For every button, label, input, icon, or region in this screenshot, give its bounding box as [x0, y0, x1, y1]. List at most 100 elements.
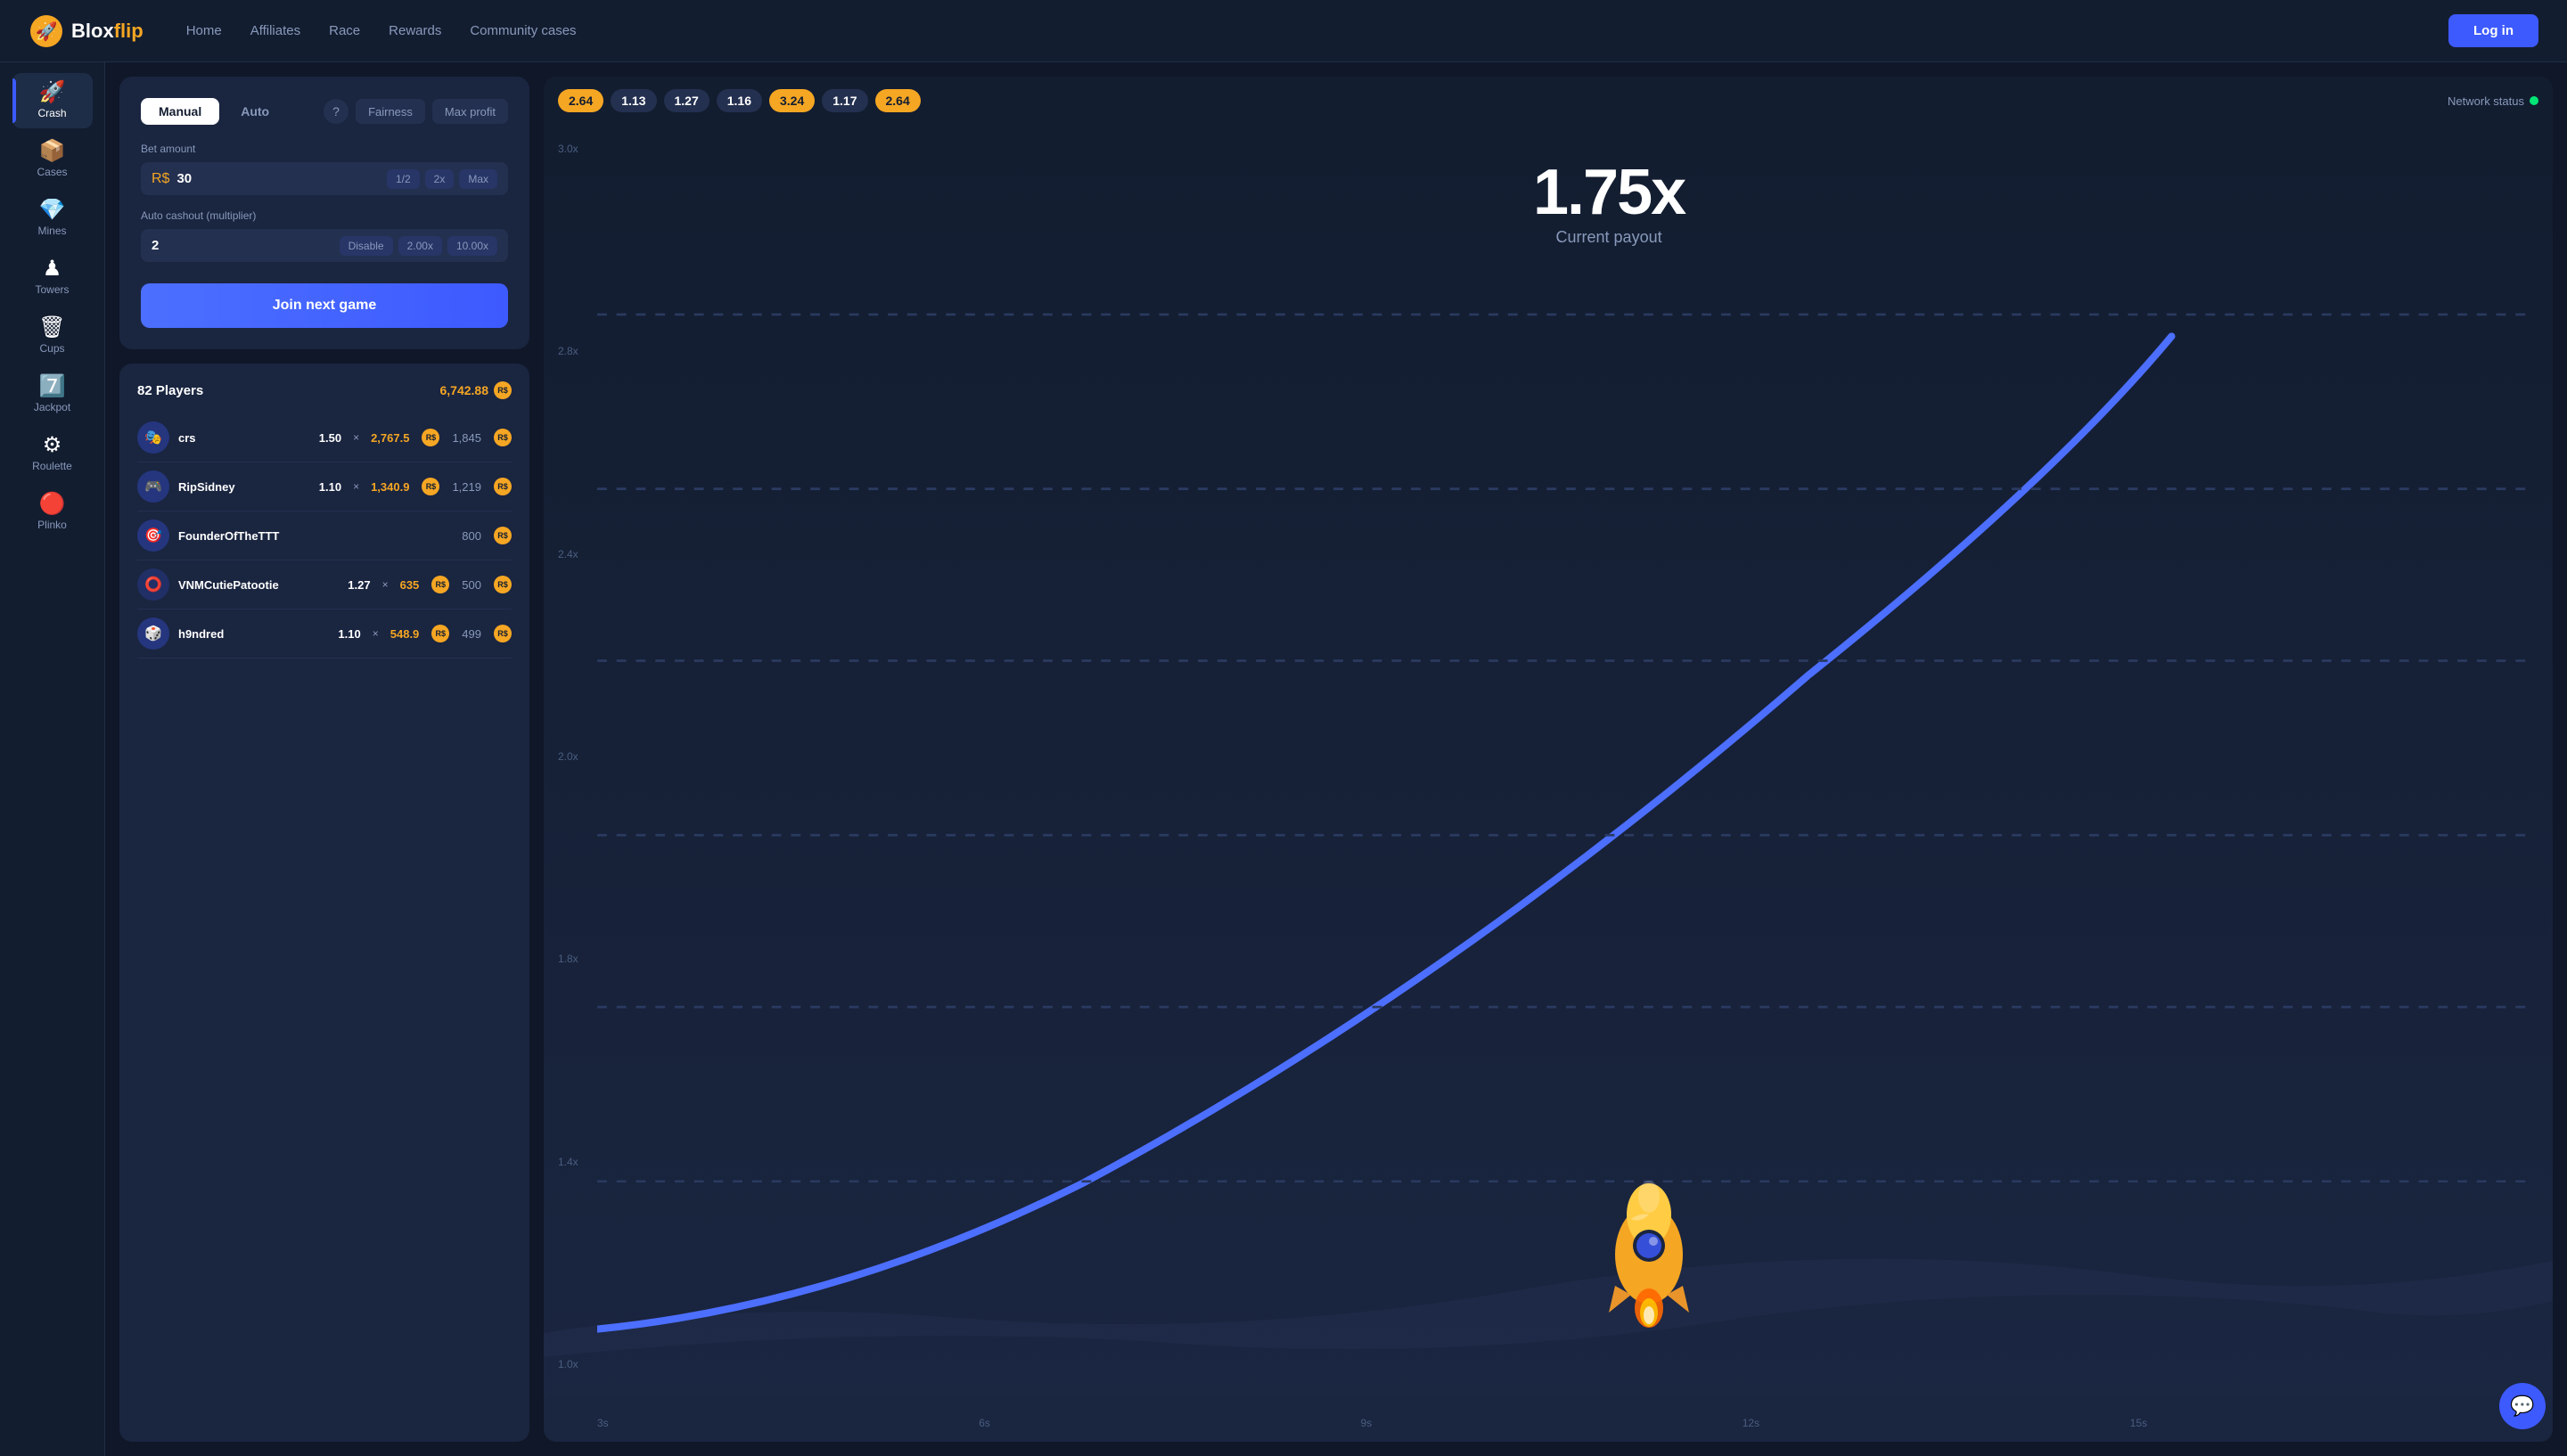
player-row: 🎯 FounderOfTheTTT 800 R$	[137, 511, 512, 560]
sidebar-label-mines: Mines	[37, 225, 66, 237]
nav-home[interactable]: Home	[186, 23, 222, 38]
bet-currency-icon: R$	[152, 171, 169, 187]
roulette-icon: ⚙	[43, 435, 62, 456]
mines-icon: 💎	[39, 200, 66, 221]
player-row: 🎲 h9ndred 1.10 × 548.9 R$ 499 R$	[137, 609, 512, 658]
players-header: 82 Players 6,742.88 R$	[137, 381, 512, 399]
sidebar-item-jackpot[interactable]: 7️⃣ Jackpot	[12, 367, 93, 422]
chat-icon: 💬	[2510, 1395, 2534, 1418]
sidebar-item-mines[interactable]: 💎 Mines	[12, 191, 93, 246]
player-row: 🎮 RipSidney 1.10 × 1,340.9 R$ 1,219 R$	[137, 462, 512, 511]
mult-badge-4[interactable]: 1.16	[717, 89, 762, 112]
network-status: Network status	[2448, 94, 2538, 108]
rocket-container	[1569, 1170, 1729, 1335]
avatar: 🎮	[137, 470, 169, 503]
player-multiplier: 1.50	[319, 431, 341, 445]
cashout-10x-button[interactable]: 10.00x	[447, 236, 497, 256]
logo-icon: 🚀	[29, 13, 64, 49]
login-button[interactable]: Log in	[2448, 14, 2538, 47]
bet-currency-icon: R$	[494, 576, 512, 593]
mult-badge-2[interactable]: 1.13	[611, 89, 656, 112]
bet-amount-input[interactable]	[176, 162, 387, 195]
avatar: 🎲	[137, 618, 169, 650]
nav-rewards[interactable]: Rewards	[389, 23, 441, 38]
players-list: 🎭 crs 1.50 × 2,767.5 R$ 1,845 R$ 🎮 RipSi…	[137, 413, 512, 658]
sidebar-item-crash[interactable]: 🚀 Crash	[12, 73, 93, 128]
x-label-4: 12s	[1743, 1417, 1759, 1429]
win-currency-icon: R$	[431, 576, 449, 593]
crash-curve	[597, 143, 2535, 1354]
total-currency-icon: R$	[494, 381, 512, 399]
sidebar-item-cases[interactable]: 📦 Cases	[12, 132, 93, 187]
max-profit-button[interactable]: Max profit	[432, 99, 508, 124]
sidebar-item-towers[interactable]: ♟ Towers	[12, 249, 93, 305]
tab-auto[interactable]: Auto	[223, 98, 287, 125]
half-bet-button[interactable]: 1/2	[387, 169, 420, 189]
player-name: FounderOfTheTTT	[178, 529, 453, 543]
bet-tabs: Manual Auto ? Fairness Max profit	[141, 98, 508, 125]
sidebar: 🚀 Crash 📦 Cases 💎 Mines ♟ Towers 🗑 Cups …	[0, 62, 105, 1456]
bet-currency-icon: R$	[494, 478, 512, 495]
max-bet-button[interactable]: Max	[459, 169, 497, 189]
bet-currency-icon: R$	[494, 625, 512, 642]
players-count: 82 Players	[137, 383, 203, 398]
win-currency-icon: R$	[422, 478, 439, 495]
avatar: ⭕	[137, 568, 169, 601]
player-x: ×	[373, 627, 379, 640]
y-label-4: 2.0x	[558, 750, 578, 763]
player-x: ×	[353, 431, 359, 444]
logo[interactable]: 🚀 Bloxflip	[29, 13, 144, 49]
mult-badge-6[interactable]: 1.17	[822, 89, 867, 112]
chart-y-labels: 3.0x 2.8x 2.4x 2.0x 1.8x 1.4x 1.0x	[558, 125, 578, 1388]
content-area: Manual Auto ? Fairness Max profit Bet am…	[105, 62, 2567, 1456]
sidebar-label-towers: Towers	[35, 283, 69, 296]
player-multiplier: 1.10	[338, 627, 360, 641]
x-label-2: 6s	[979, 1417, 990, 1429]
cases-icon: 📦	[39, 141, 66, 162]
sidebar-label-plinko: Plinko	[37, 519, 67, 531]
win-currency-icon: R$	[431, 625, 449, 642]
y-label-5: 1.8x	[558, 953, 578, 965]
rocket-icon	[1569, 1170, 1729, 1330]
cashout-buttons: Disable 2.00x 10.00x	[340, 236, 497, 256]
x-label-3: 9s	[1361, 1417, 1373, 1429]
player-bet: 500	[462, 578, 481, 592]
disable-cashout-button[interactable]: Disable	[340, 236, 393, 256]
navbar: 🚀 Bloxflip Home Affiliates Race Rewards …	[0, 0, 2567, 62]
chat-button[interactable]: 💬	[2499, 1383, 2546, 1429]
sidebar-item-roulette[interactable]: ⚙ Roulette	[12, 426, 93, 481]
mult-badge-5[interactable]: 3.24	[769, 89, 815, 112]
player-multiplier: 1.10	[319, 480, 341, 494]
y-label-6: 1.4x	[558, 1156, 578, 1168]
tab-manual[interactable]: Manual	[141, 98, 219, 125]
sidebar-item-cups[interactable]: 🗑 Cups	[12, 308, 93, 364]
double-bet-button[interactable]: 2x	[425, 169, 455, 189]
mult-badge-1[interactable]: 2.64	[558, 89, 603, 112]
auto-cashout-input[interactable]	[152, 229, 340, 262]
main-layout: 🚀 Crash 📦 Cases 💎 Mines ♟ Towers 🗑 Cups …	[0, 62, 2567, 1456]
game-panel: 2.64 1.13 1.27 1.16 3.24 1.17 2.64 Netwo…	[544, 77, 2553, 1442]
player-win: 548.9	[390, 627, 420, 641]
nav-race[interactable]: Race	[329, 23, 360, 38]
y-label-2: 2.8x	[558, 345, 578, 357]
player-row: 🎭 crs 1.50 × 2,767.5 R$ 1,845 R$	[137, 413, 512, 462]
join-next-game-button[interactable]: Join next game	[141, 283, 508, 328]
auto-cashout-input-row: Disable 2.00x 10.00x	[141, 229, 508, 262]
nav-community-cases[interactable]: Community cases	[470, 23, 576, 38]
fairness-button[interactable]: Fairness	[356, 99, 425, 124]
mult-badge-7[interactable]: 2.64	[875, 89, 921, 112]
player-row: ⭕ VNMCutiePatootie 1.27 × 635 R$ 500 R$	[137, 560, 512, 609]
win-currency-icon: R$	[422, 429, 439, 446]
question-button[interactable]: ?	[324, 99, 349, 124]
player-name: h9ndred	[178, 627, 329, 641]
mult-badge-3[interactable]: 1.27	[664, 89, 709, 112]
bet-amount-buttons: 1/2 2x Max	[387, 169, 497, 189]
player-x: ×	[353, 480, 359, 493]
cashout-2x-button[interactable]: 2.00x	[398, 236, 442, 256]
players-total: 6,742.88 R$	[440, 381, 513, 399]
sidebar-item-plinko[interactable]: 🔴 Plinko	[12, 485, 93, 540]
bet-currency-icon: R$	[494, 429, 512, 446]
bet-amount-input-row: R$ 1/2 2x Max	[141, 162, 508, 195]
active-indicator	[12, 78, 16, 123]
nav-affiliates[interactable]: Affiliates	[250, 23, 300, 38]
